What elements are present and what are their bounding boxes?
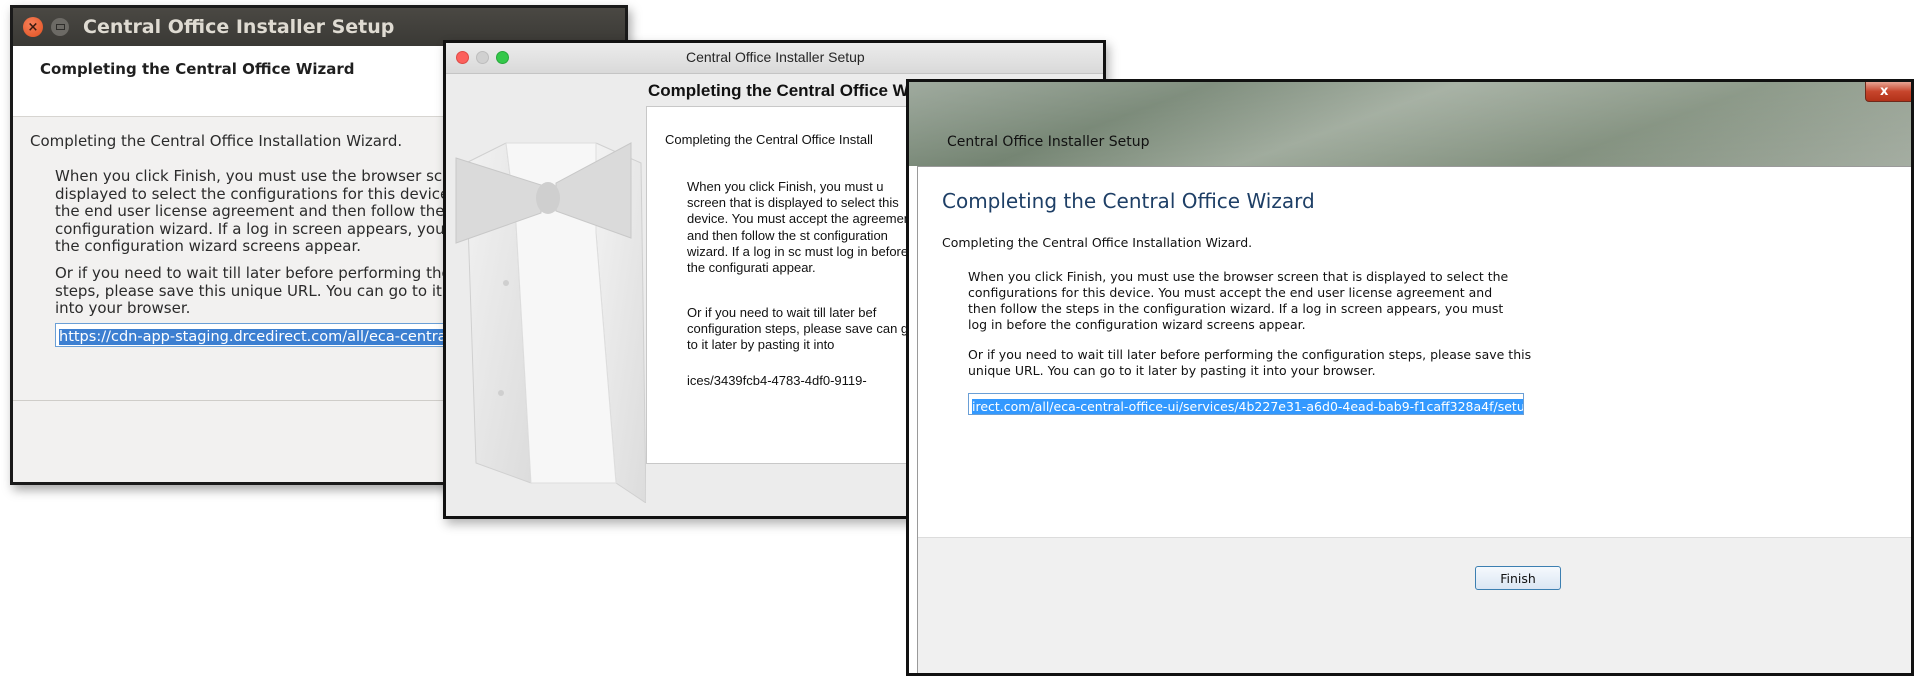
setup-url-field[interactable]: https://cdn-app-staging.drcedirect.com/a… [55, 323, 495, 347]
setup-url-text[interactable]: ices/3439fcb4-4783-4df0-9119- [687, 373, 867, 388]
close-icon[interactable]: x [1865, 82, 1911, 102]
close-icon[interactable]: × [23, 17, 43, 37]
intro-text: Completing the Central Office Installati… [30, 132, 403, 150]
wizard-header-title: Completing the Central Office Wizard [40, 60, 355, 78]
save-url-text: Or if you need to wait till later bef co… [687, 305, 916, 353]
mac-titlebar[interactable]: Central Office Installer Setup [446, 43, 1103, 74]
window-title: Central Office Installer Setup [947, 134, 1150, 150]
instructions-text: When you click Finish, you must u screen… [687, 179, 915, 276]
setup-url-text: irect.com/all/eca-central-office-ui/serv… [972, 399, 1523, 414]
finish-button[interactable]: Finish [1475, 566, 1561, 590]
tuxedo-icon [455, 142, 646, 503]
windows-installer-window: Central Office Installer Setup x Complet… [906, 79, 1914, 676]
intro-text: Completing the Central Office Installati… [942, 235, 1253, 250]
zoom-icon[interactable] [496, 51, 509, 64]
close-icon[interactable] [456, 51, 469, 64]
instructions-text: When you click Finish, you must use the … [55, 167, 458, 255]
save-url-text: Or if you need to wait till later before… [968, 347, 1532, 378]
intro-text: Completing the Central Office Install [665, 132, 873, 147]
setup-url-text: https://cdn-app-staging.drcedirect.com/a… [59, 329, 447, 345]
windows-titlebar[interactable] [909, 82, 1911, 166]
minimize-icon[interactable] [51, 18, 69, 36]
window-title: Central Office Installer Setup [686, 49, 865, 65]
save-url-text: Or if you need to wait till later before… [55, 264, 461, 317]
instructions-text: When you click Finish, you must use the … [968, 269, 1509, 332]
window-title: Central Office Installer Setup [83, 16, 395, 38]
wizard-client-area: Completing the Central Office Wizard Com… [917, 166, 1911, 673]
wizard-footer: Finish [918, 537, 1911, 673]
wizard-header-title: Completing the Central Office W [648, 81, 909, 100]
minimize-icon[interactable] [476, 51, 489, 64]
wizard-header-title: Completing the Central Office Wizard [942, 189, 1315, 213]
setup-url-field[interactable]: irect.com/all/eca-central-office-ui/serv… [968, 393, 1524, 415]
